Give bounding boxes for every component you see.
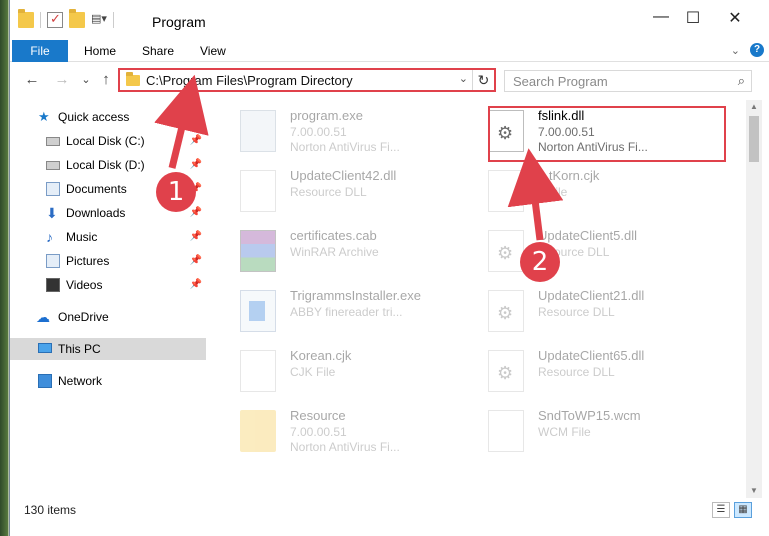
arrow-to-address-bar <box>154 74 209 169</box>
step-marker-2: 2 <box>520 242 560 282</box>
explorer-window: ▤▾ Program — ☐ ✕ File Home Share View ⌄ … <box>9 0 769 536</box>
annotation-arrows <box>154 74 564 241</box>
arrow-to-file <box>507 148 564 241</box>
step-marker-1: 1 <box>156 172 196 212</box>
